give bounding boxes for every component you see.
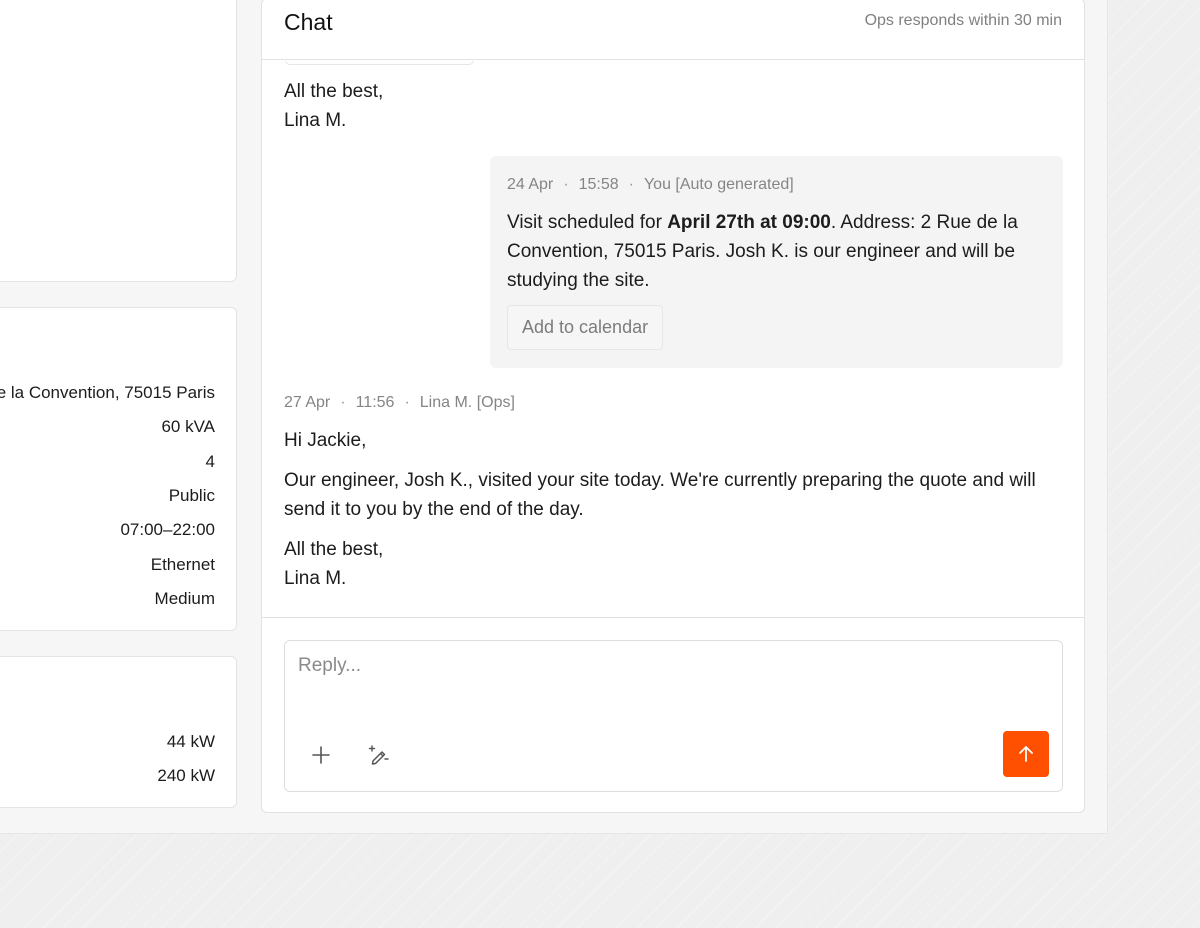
message-signature: Lina M. [284, 110, 347, 131]
message-meta: 24 Apr · 15:58 · You [Auto generated] [507, 176, 794, 193]
chat-response-time: Ops responds within 30 min [864, 12, 1062, 29]
site-access-value: Public [168, 486, 215, 505]
message-author: You [Auto generated] [643, 176, 794, 193]
ai-assist-button[interactable] [360, 737, 396, 773]
message-date: 27 Apr [284, 394, 331, 411]
send-button[interactable] [1003, 731, 1049, 777]
message-list[interactable]: All the best, Lina M. 24 Apr · 15:58 · You [… [262, 61, 1084, 617]
message-body-text: Visit scheduled for [507, 212, 668, 233]
arrow-up-icon [1019, 746, 1033, 762]
visit-datetime: April 27th at 09:00 [667, 212, 831, 233]
message-time: 15:58 [578, 176, 619, 193]
site-overview-card [0, 0, 237, 282]
site-level-value: Medium [154, 589, 215, 608]
attach-button[interactable] [303, 737, 339, 773]
site-power-value: 60 kVA [161, 417, 215, 436]
message-time: 11:56 [355, 394, 395, 411]
add-to-calendar-button[interactable]: Add to calendar [507, 305, 664, 350]
capacity-value-1: 44 kW [166, 732, 215, 751]
site-address-value: de la Convention, 75015 Paris [0, 383, 215, 402]
message-signature: Lina M. [284, 568, 347, 589]
site-connectivity-value: Ethernet [150, 555, 215, 574]
capacity-card: 44 kW 240 kW [0, 656, 237, 808]
composer-area [262, 617, 1084, 812]
previous-message-button[interactable] [285, 61, 474, 65]
reply-input[interactable] [298, 655, 1038, 715]
message-signoff: All the best, [284, 81, 384, 102]
own-message-bubble: 24 Apr · 15:58 · You [Auto generated] Visit … [490, 156, 1063, 368]
capacity-value-2: 240 kW [157, 766, 215, 785]
message-author: Lina M. [Ops] [419, 394, 515, 411]
message-meta: 27 Apr · 11:56 · Lina M. [Ops] [284, 394, 515, 411]
site-hours-value: 07:00–22:00 [120, 520, 215, 539]
message-greeting: Hi Jackie, [284, 430, 367, 451]
plus-icon [312, 746, 330, 764]
chat-header: Chat Ops responds within 30 min [262, 0, 1084, 60]
site-count-value: 4 [205, 452, 215, 471]
message-date: 24 Apr [507, 176, 554, 193]
chat-title: Chat [284, 9, 333, 35]
message-body: Our engineer, Josh K., visited your site… [284, 470, 1036, 520]
reply-composer [284, 640, 1063, 792]
site-details-card: de la Convention, 75015 Paris 60 kVA 4 P… [0, 307, 237, 631]
message-body: Visit scheduled for April 27th at 09:00.… [507, 208, 1052, 295]
message-signoff: All the best, [284, 539, 384, 560]
chat-panel: Chat Ops responds within 30 min All the … [261, 0, 1085, 813]
magic-wand-icon [368, 745, 389, 765]
